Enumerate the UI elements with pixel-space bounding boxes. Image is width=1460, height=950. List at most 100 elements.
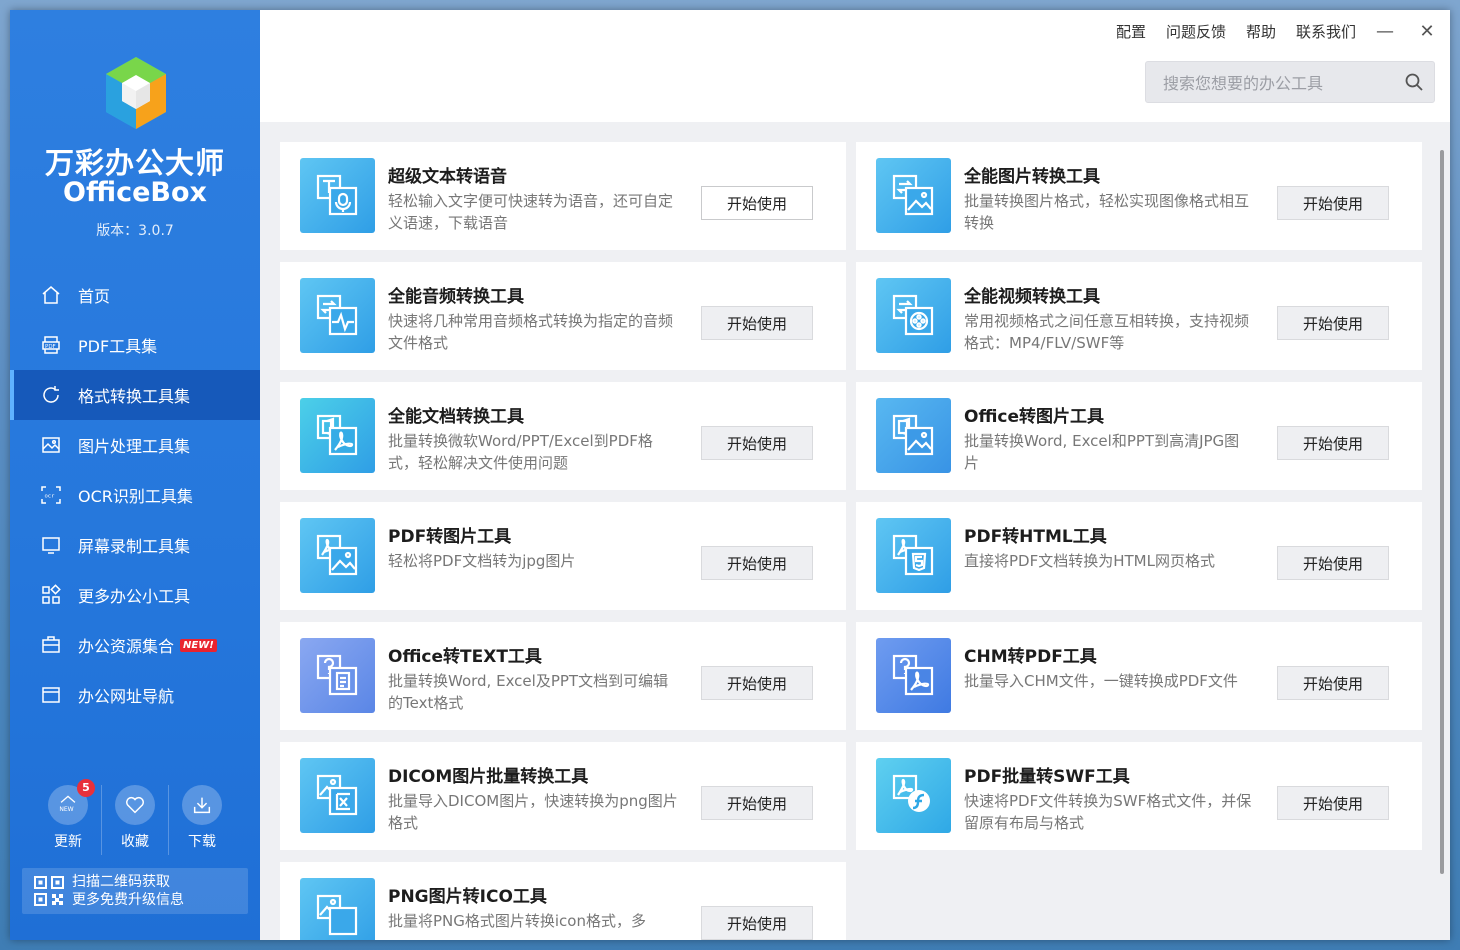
tool-description: 轻松将PDF文档转为jpg图片 — [388, 552, 576, 570]
ocr-icon: ocr — [40, 484, 62, 506]
tool-description: 快速将几种常用音频格式转换为指定的音频文件格式 — [388, 312, 674, 352]
sidebar-item-label: 格式转换工具集 — [78, 387, 191, 406]
close-button[interactable]: ✕ — [1414, 20, 1440, 42]
sidebar-item-ocr[interactable]: ocr OCR识别工具集 — [10, 470, 260, 520]
png-to-ico-icon — [300, 878, 375, 940]
start-button[interactable]: 开始使用 — [701, 666, 813, 700]
tool-description: 快速将PDF文件转换为SWF格式文件，并保留原有布局与格式 — [964, 792, 1252, 832]
tool-card-pdf-to-swf: PDF批量转SWF工具 快速将PDF文件转换为SWF格式文件，并保留原有布局与格… — [856, 742, 1422, 850]
tool-description: 批量转换图片格式，轻松实现图像格式相互转换 — [964, 192, 1250, 232]
tool-title: DICOM图片批量转换工具 — [388, 767, 589, 787]
tool-description: 批量转换Word, Excel和PPT到高清JPG图片 — [964, 432, 1240, 472]
start-button[interactable]: 开始使用 — [701, 306, 813, 340]
update-count-badge: 5 — [77, 779, 95, 797]
tool-card-video-convert: 全能视频转换工具 常用视频格式之间任意互相转换，支持视频格式：MP4/FLV/S… — [856, 262, 1422, 370]
tool-title: PNG图片转ICO工具 — [388, 887, 547, 907]
audio-convert-icon — [300, 278, 375, 353]
tool-title: 全能图片转换工具 — [964, 167, 1100, 187]
tool-card-png-to-ico: PNG图片转ICO工具 批量将PNG格式图片转换icon格式，多 开始使用 — [280, 862, 846, 940]
tool-title: PDF转图片工具 — [388, 527, 512, 547]
sidebar-item-more-tools[interactable]: 更多办公小工具 — [10, 570, 260, 620]
search-icon[interactable] — [1404, 72, 1424, 92]
sidebar-nav: 首页 PDF PDF工具集 格式转换工具集 图片处理工具集 ocr OCR识别工… — [10, 270, 260, 720]
document-convert-icon — [300, 398, 375, 473]
video-convert-icon — [876, 278, 951, 353]
start-button[interactable]: 开始使用 — [1277, 546, 1389, 580]
tool-title: 全能视频转换工具 — [964, 287, 1100, 307]
start-button[interactable]: 开始使用 — [1277, 426, 1389, 460]
office-to-image-icon — [876, 398, 951, 473]
briefcase-icon — [40, 634, 62, 656]
start-button[interactable]: 开始使用 — [1277, 666, 1389, 700]
sidebar-item-resources[interactable]: 办公资源集合 NEW! — [10, 620, 260, 670]
new-badge: NEW! — [180, 638, 217, 652]
tool-card-office-to-text: Office转TEXT工具 批量转换Word, Excel及PPT文档到可编辑的… — [280, 622, 846, 730]
top-menu: 配置 问题反馈 帮助 联系我们 — ✕ — [1096, 20, 1440, 42]
tool-description: 轻松输入文字便可快速转为语音，还可自定义语速，下载语音 — [388, 192, 674, 232]
sidebar-item-label: 图片处理工具集 — [78, 437, 191, 456]
top-bar: 配置 问题反馈 帮助 联系我们 — ✕ — [260, 10, 1450, 122]
image-icon — [40, 434, 62, 456]
menu-settings[interactable]: 配置 — [1116, 21, 1146, 42]
app-window: 万彩办公大师 OfficeBox 版本：3.0.7 首页 PDF PDF工具集 … — [10, 10, 1450, 940]
start-button[interactable]: 开始使用 — [1277, 186, 1389, 220]
start-button[interactable]: 开始使用 — [1277, 786, 1389, 820]
sidebar-item-label: OCR识别工具集 — [78, 487, 193, 506]
convert-icon — [40, 384, 62, 406]
qr-upgrade-info[interactable]: 扫描二维码获取 更多免费升级信息 — [22, 868, 248, 914]
sidebar-item-format-convert[interactable]: 格式转换工具集 — [10, 370, 260, 420]
app-name-cn: 万彩办公大师 — [44, 146, 225, 180]
qr-text-line1: 扫描二维码获取 — [72, 874, 170, 890]
tool-title: Office转TEXT工具 — [388, 647, 542, 667]
start-button[interactable]: 开始使用 — [701, 546, 813, 580]
dicom-convert-icon — [300, 758, 375, 833]
sidebar-item-image[interactable]: 图片处理工具集 — [10, 420, 260, 470]
sidebar-item-label: 办公网址导航 — [78, 687, 175, 706]
minimize-button[interactable]: — — [1372, 20, 1398, 42]
sidebar-item-label: 屏幕录制工具集 — [78, 537, 191, 556]
tool-card-document-convert: 全能文档转换工具 批量转换微软Word/PPT/Excel到PDF格式，轻松解决… — [280, 382, 846, 490]
monitor-icon — [40, 534, 62, 556]
sidebar-item-web-nav[interactable]: 办公网址导航 — [10, 670, 260, 720]
menu-contact[interactable]: 联系我们 — [1296, 21, 1356, 42]
update-button[interactable]: NEW 5 更新 — [35, 779, 101, 855]
sidebar-item-label: 更多办公小工具 — [78, 587, 191, 606]
tool-title: PDF批量转SWF工具 — [964, 767, 1130, 787]
favorite-button[interactable]: 收藏 — [101, 785, 168, 855]
sidebar-item-label: 办公资源集合 — [78, 637, 175, 656]
tool-title: CHM转PDF工具 — [964, 647, 1097, 667]
download-icon — [182, 785, 222, 825]
start-button[interactable]: 开始使用 — [1277, 306, 1389, 340]
tool-card-chm-to-pdf: CHM转PDF工具 批量导入CHM文件，一键转换成PDF文件 开始使用 — [856, 622, 1422, 730]
search-box — [1145, 61, 1435, 103]
sidebar-item-pdf[interactable]: PDF PDF工具集 — [10, 320, 260, 370]
start-button[interactable]: 开始使用 — [701, 786, 813, 820]
pdf-to-swf-icon — [876, 758, 951, 833]
tool-description: 批量转换Word, Excel及PPT文档到可编辑的Text格式 — [388, 672, 669, 712]
menu-feedback[interactable]: 问题反馈 — [1166, 21, 1226, 42]
svg-text:ocr: ocr — [45, 494, 56, 500]
tool-card-dicom-convert: DICOM图片批量转换工具 批量导入DICOM图片，快速转换为png图片格式 开… — [280, 742, 846, 850]
menu-help[interactable]: 帮助 — [1246, 21, 1276, 42]
start-button[interactable]: 开始使用 — [701, 186, 813, 220]
start-button[interactable]: 开始使用 — [701, 906, 813, 940]
tool-title: 全能音频转换工具 — [388, 287, 524, 307]
download-button[interactable]: 下载 — [168, 785, 235, 855]
tool-description: 批量导入CHM文件，一键转换成PDF文件 — [964, 672, 1238, 690]
tool-description: 常用视频格式之间任意互相转换，支持视频格式：MP4/FLV/SWF等 — [964, 312, 1250, 352]
tool-description: 批量导入DICOM图片，快速转换为png图片格式 — [388, 792, 678, 832]
search-input[interactable] — [1161, 70, 1395, 96]
sidebar: 万彩办公大师 OfficeBox 版本：3.0.7 首页 PDF PDF工具集 … — [10, 10, 260, 940]
vertical-scrollbar[interactable] — [1440, 150, 1444, 874]
update-label: 更新 — [54, 834, 82, 850]
tool-description: 批量转换微软Word/PPT/Excel到PDF格式，轻松解决文件使用问题 — [388, 432, 653, 472]
start-button[interactable]: 开始使用 — [701, 426, 813, 460]
browser-icon — [40, 684, 62, 706]
tool-card-image-convert: 全能图片转换工具 批量转换图片格式，轻松实现图像格式相互转换 开始使用 — [856, 142, 1422, 250]
sidebar-item-screen-record[interactable]: 屏幕录制工具集 — [10, 520, 260, 570]
sidebar-item-home[interactable]: 首页 — [10, 270, 260, 320]
tool-description: 直接将PDF文档转换为HTML网页格式 — [964, 552, 1215, 570]
text-to-speech-icon — [300, 158, 375, 233]
heart-icon — [115, 785, 155, 825]
tool-title: PDF转HTML工具 — [964, 527, 1107, 547]
